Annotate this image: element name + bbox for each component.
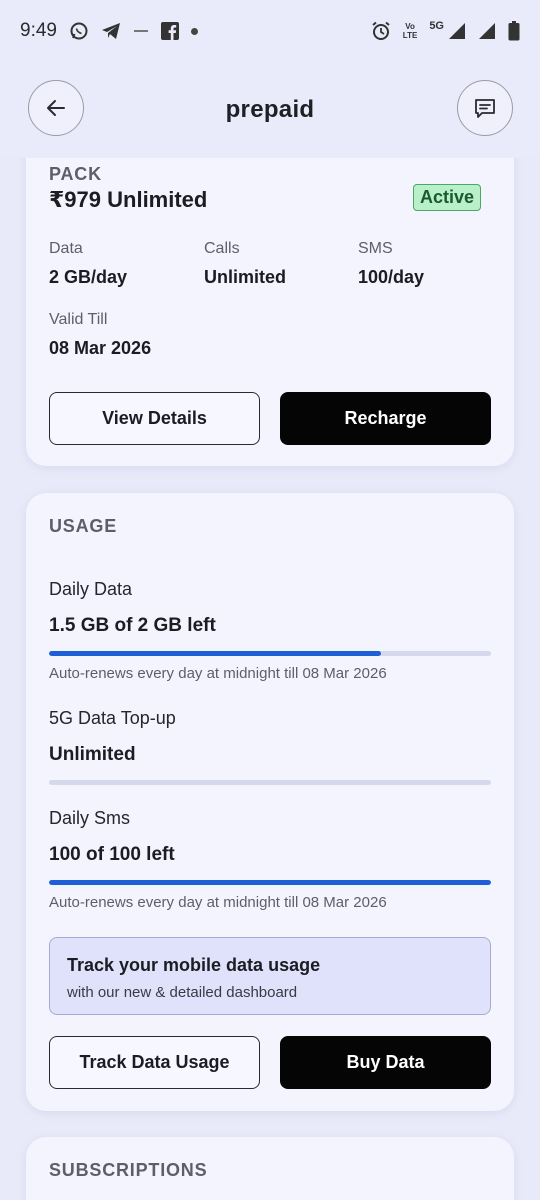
daily-sms-note: Auto-renews every day at midnight till 0… bbox=[49, 894, 387, 911]
view-details-button[interactable]: View Details bbox=[49, 392, 260, 445]
pack-section-label: PACK bbox=[49, 164, 102, 184]
facebook-icon bbox=[160, 22, 179, 40]
status-time: 9:49 bbox=[20, 20, 57, 41]
arrow-left-icon bbox=[45, 97, 67, 119]
data-value: 2 GB/day bbox=[49, 267, 128, 287]
volte-indicator: Vo LTE bbox=[403, 22, 418, 40]
calls-value: Unlimited bbox=[204, 267, 287, 287]
status-right: Vo LTE 5G bbox=[371, 20, 520, 41]
status-left: 9:49 bbox=[20, 20, 198, 42]
signal-icon bbox=[478, 22, 496, 40]
usage-card: USAGE Daily Data 1.5 GB of 2 GB left Aut… bbox=[26, 493, 514, 1111]
daily-data-progress-fill bbox=[49, 651, 381, 656]
telegram-icon bbox=[101, 22, 121, 40]
dot-icon bbox=[190, 27, 198, 35]
data-label: Data bbox=[49, 240, 83, 257]
sms-value: 100/day bbox=[358, 267, 425, 287]
daily-data-title: Daily Data bbox=[49, 579, 133, 599]
page-title: prepaid bbox=[225, 96, 315, 123]
battery-icon bbox=[508, 21, 520, 41]
pack-card: PACK ₹979 Unlimited Active Data 2 GB/day… bbox=[26, 130, 514, 466]
recharge-button[interactable]: Recharge bbox=[280, 392, 491, 445]
daily-data-note: Auto-renews every day at midnight till 0… bbox=[49, 665, 387, 682]
topup-progress bbox=[49, 780, 491, 785]
lte-label: LTE bbox=[402, 31, 418, 40]
daily-sms-value: 100 of 100 left bbox=[49, 844, 175, 865]
subscriptions-card: SUBSCRIPTIONS bbox=[26, 1137, 514, 1200]
banner-title: Track your mobile data usage bbox=[67, 955, 321, 975]
pack-name: ₹979 Unlimited bbox=[49, 187, 208, 212]
daily-data-progress bbox=[49, 651, 491, 656]
valid-till-label: Valid Till bbox=[49, 311, 108, 328]
sms-label: SMS bbox=[358, 240, 393, 257]
topup-value: Unlimited bbox=[49, 744, 136, 765]
status-bar: 9:49 Vo LTE 5G bbox=[0, 0, 540, 62]
daily-sms-progress-fill bbox=[49, 880, 491, 885]
app-header: prepaid bbox=[0, 62, 540, 158]
alarm-icon bbox=[371, 21, 391, 41]
small-app-icon bbox=[133, 27, 149, 35]
daily-sms-title: Daily Sms bbox=[49, 808, 131, 828]
track-usage-banner[interactable]: Track your mobile data usage with our ne… bbox=[49, 937, 491, 1015]
daily-data-value: 1.5 GB of 2 GB left bbox=[49, 615, 216, 636]
chat-icon bbox=[473, 96, 497, 120]
usage-section-label: USAGE bbox=[49, 516, 118, 536]
network-type: 5G bbox=[429, 20, 444, 32]
status-badge: Active bbox=[412, 184, 481, 211]
buy-data-button[interactable]: Buy Data bbox=[280, 1036, 491, 1089]
track-data-usage-button[interactable]: Track Data Usage bbox=[49, 1036, 260, 1089]
calls-label: Calls bbox=[204, 240, 240, 257]
chat-button[interactable] bbox=[457, 80, 513, 136]
volte-label: Vo bbox=[405, 22, 415, 31]
valid-till-value: 08 Mar 2026 bbox=[49, 338, 152, 358]
topup-title: 5G Data Top-up bbox=[49, 708, 176, 728]
daily-sms-progress bbox=[49, 880, 491, 885]
subscriptions-section-label: SUBSCRIPTIONS bbox=[49, 1160, 208, 1180]
whatsapp-icon bbox=[69, 21, 89, 41]
banner-subtitle: with our new & detailed dashboard bbox=[67, 984, 298, 1001]
back-button[interactable] bbox=[28, 80, 84, 136]
signal-icon bbox=[448, 22, 466, 40]
